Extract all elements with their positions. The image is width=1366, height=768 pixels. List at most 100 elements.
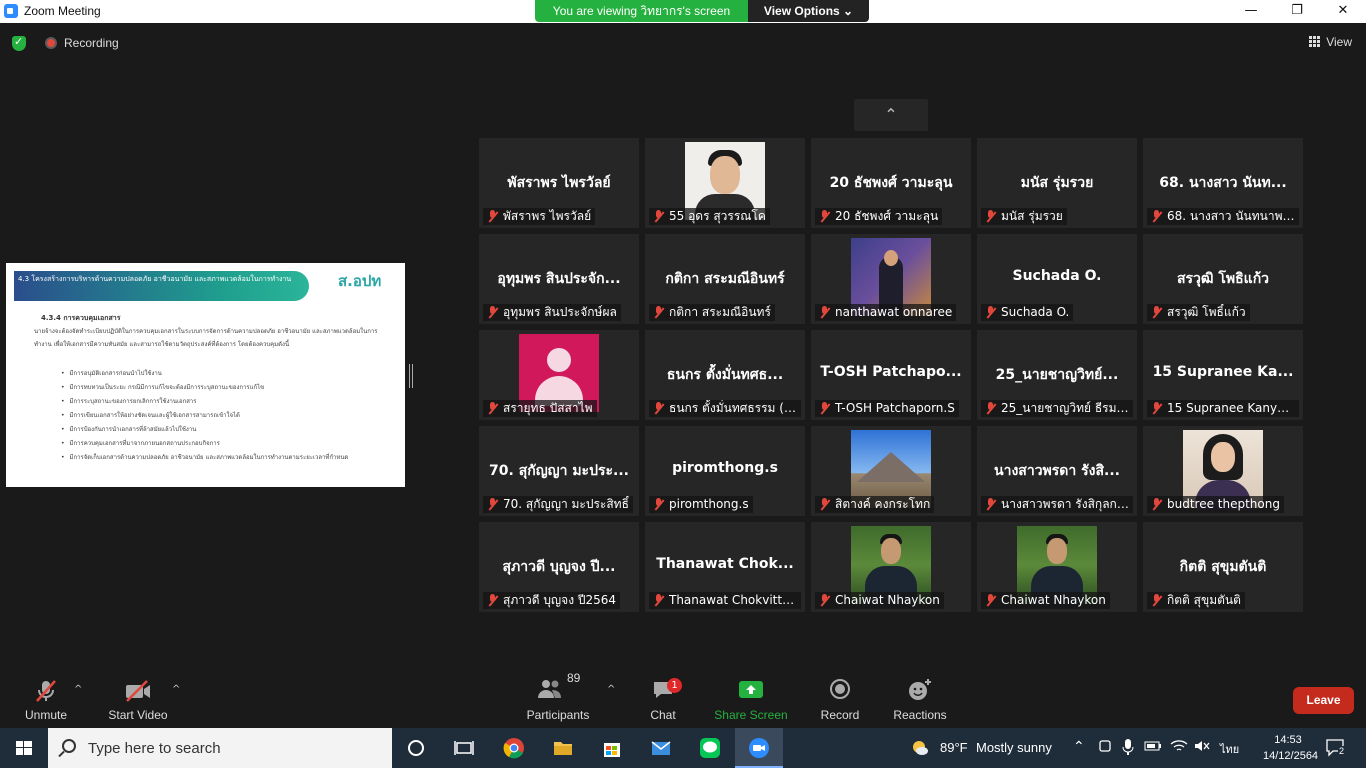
slide-paragraph: นายจ้างจะต้องจัดทำระเบียบปฏิบัติในการควบ…: [34, 328, 378, 348]
muted-mic-icon: [653, 210, 665, 223]
participant-tile[interactable]: กติกา สระมณีอินทร์ กติกา สระมณีอินทร์: [645, 234, 805, 324]
participant-tile[interactable]: 15 Supranee Ka... 15 Supranee Kanyach...: [1143, 330, 1303, 420]
taskbar-line[interactable]: [686, 728, 734, 768]
participant-tile[interactable]: สรวุฒิ โพธิแก้ว สรวุฒิ โพธิ์แก้ว: [1143, 234, 1303, 324]
participant-name-label: Thanawat Chokvittaya: [649, 592, 801, 609]
input-language[interactable]: ไทย: [1220, 740, 1239, 758]
minimize-button[interactable]: —: [1228, 0, 1274, 23]
record-button[interactable]: Record: [818, 678, 862, 722]
view-options-button[interactable]: View Options ⌄: [748, 0, 869, 22]
participant-tile[interactable]: สิตางค์ คงกระโทก: [811, 426, 971, 516]
start-video-button[interactable]: Start Video: [105, 678, 171, 722]
volume-muted-icon[interactable]: [1193, 738, 1211, 757]
slide-bullet: มีการจัดเก็บเอกสารด้านความปลอดภัย อาชีวอ…: [61, 451, 361, 465]
muted-mic-icon: [819, 594, 831, 607]
participant-tile[interactable]: Thanawat Chok... Thanawat Chokvittaya: [645, 522, 805, 612]
participant-display-name: 70. สุกัญญา มะประ...: [489, 463, 629, 479]
participant-tile[interactable]: 25_นายชาญวิทย์... 25_นายชาญวิทย์ ธีรมทินี: [977, 330, 1137, 420]
view-button[interactable]: View: [1309, 35, 1352, 49]
participant-tile[interactable]: piromthong.s piromthong.s: [645, 426, 805, 516]
participant-name-text: มนัส รุ่มรวย: [1001, 209, 1063, 223]
window-title-bar: Zoom Meeting You are viewing วิทยากร's s…: [0, 0, 1366, 23]
taskbar-file-explorer[interactable]: [539, 728, 587, 768]
reactions-button[interactable]: Reactions: [892, 678, 948, 722]
participant-display-name: T-OSH Patchapo...: [820, 364, 962, 380]
participant-tile[interactable]: 70. สุกัญญา มะประ... 70. สุกัญญา มะประสิท…: [479, 426, 639, 516]
task-view-button[interactable]: [440, 728, 488, 768]
participant-tile[interactable]: อุทุมพร สินประจัก... อุทุมพร สินประจักษ์ผ…: [479, 234, 639, 324]
participant-name-label: พัสราพร ไพรวัลย์: [483, 208, 596, 225]
participant-tile[interactable]: 68. นางสาว นันท... 68. นางสาว นันทนาพร ว.…: [1143, 138, 1303, 228]
audio-options-caret[interactable]: ^: [74, 684, 82, 695]
participants-label: Participants: [526, 708, 590, 722]
window-title: Zoom Meeting: [24, 4, 101, 18]
taskbar-store[interactable]: [588, 728, 636, 768]
share-screen-button[interactable]: Share Screen: [714, 678, 788, 722]
start-video-label: Start Video: [108, 708, 168, 722]
gallery-page-up-button[interactable]: ⌃: [854, 99, 928, 131]
security-shield-icon[interactable]: [12, 35, 26, 51]
weather-condition[interactable]: Mostly sunny: [976, 740, 1052, 755]
weather-temperature[interactable]: 89°F: [940, 740, 968, 755]
wifi-icon[interactable]: [1170, 738, 1188, 757]
taskbar-clock[interactable]: 14:53 14/12/2564: [1263, 732, 1318, 764]
participant-name-label: นางสาวพรดา รังสิกุลกวิน: [981, 496, 1133, 513]
smiley-plus-icon: [892, 678, 948, 704]
taskbar-mail[interactable]: [637, 728, 685, 768]
participant-display-name: สรวุฒิ โพธิแก้ว: [1176, 271, 1270, 287]
participant-tile[interactable]: Chaiwat Nhaykon: [977, 522, 1137, 612]
video-options-caret[interactable]: ^: [172, 684, 180, 695]
participant-tile[interactable]: nanthawat onnaree: [811, 234, 971, 324]
muted-mic-icon: [985, 306, 997, 319]
participant-name-label: 25_นายชาญวิทย์ ธีรมทินี: [981, 400, 1133, 417]
recording-label[interactable]: Recording: [64, 36, 119, 50]
participant-display-name: Thanawat Chok...: [656, 556, 794, 572]
participant-name-label: 70. สุกัญญา มะประสิทธิ์: [483, 496, 633, 513]
participant-name-text: พัสราพร ไพรวัลย์: [503, 209, 592, 223]
participant-tile[interactable]: มนัส รุ่มรวย มนัส รุ่มรวย: [977, 138, 1137, 228]
participant-name-text: 15 Supranee Kanyach...: [1167, 401, 1299, 415]
restore-button[interactable]: ❐: [1274, 0, 1320, 23]
participant-tile[interactable]: ธนกร ตั้งมั่นทศธ... ธนกร ตั้งมั่นทศธรรม (…: [645, 330, 805, 420]
participant-tile[interactable]: Chaiwat Nhaykon: [811, 522, 971, 612]
participant-name-label: สรายุทธ ปัสสาไพ: [483, 400, 597, 417]
participant-display-name: 68. นางสาว นันท...: [1159, 175, 1287, 191]
slide-bullet: มีการป้องกันการนำเอกสารที่ล้าสมัยแล้วไปใ…: [61, 423, 361, 437]
participant-tile[interactable]: กิตติ สุขุมตันติ กิตติ สุขุมตันติ: [1143, 522, 1303, 612]
unmute-button[interactable]: Unmute: [20, 678, 72, 722]
meet-now-icon[interactable]: [1098, 738, 1112, 757]
participant-display-name: 25_นายชาญวิทย์...: [995, 367, 1119, 383]
participants-options-caret[interactable]: ^: [607, 684, 615, 695]
participant-tile[interactable]: สุภาวดี บุญจง ปี... สุภาวดี บุญจง ปี2564: [479, 522, 639, 612]
taskbar-chrome[interactable]: [490, 728, 538, 768]
split-resize-handle[interactable]: [409, 364, 413, 388]
muted-mic-icon: [487, 210, 499, 223]
battery-icon[interactable]: [1144, 740, 1162, 755]
participant-tile[interactable]: T-OSH Patchapo... T-OSH Patchaporn.S: [811, 330, 971, 420]
video-off-icon: [105, 678, 171, 704]
store-icon: [604, 743, 620, 757]
muted-mic-icon: [653, 306, 665, 319]
leave-button[interactable]: Leave: [1293, 687, 1354, 714]
taskbar-zoom[interactable]: [735, 728, 783, 768]
close-button[interactable]: ✕: [1320, 0, 1366, 23]
participant-name-text: นางสาวพรดา รังสิกุลกวิน: [1001, 497, 1132, 511]
participant-name-text: 25_นายชาญวิทย์ ธีรมทินี: [1001, 401, 1133, 415]
participant-name-text: สรายุทธ ปัสสาไพ: [503, 401, 593, 415]
participant-tile[interactable]: 20 ธัชพงศ์ วามะลุน 20 ธัชพงศ์ วามะลุน: [811, 138, 971, 228]
muted-mic-icon: [487, 594, 499, 607]
participant-tile[interactable]: นางสาวพรดา รังสิ... นางสาวพรดา รังสิกุลกว…: [977, 426, 1137, 516]
notification-center-icon[interactable]: 2: [1325, 737, 1347, 762]
microphone-tray-icon[interactable]: [1122, 738, 1134, 759]
participants-button[interactable]: 89 Participants: [524, 671, 592, 722]
participant-tile[interactable]: พัสราพร ไพรวัลย์ พัสราพร ไพรวัลย์: [479, 138, 639, 228]
cortana-button[interactable]: [392, 728, 440, 768]
taskbar-search-box[interactable]: Type here to search: [48, 728, 392, 768]
participant-tile[interactable]: 55 อุดร สุวรรณโค: [645, 138, 805, 228]
participant-tile[interactable]: budtree thepthong: [1143, 426, 1303, 516]
participant-tile[interactable]: Suchada O. Suchada O.: [977, 234, 1137, 324]
participant-tile[interactable]: สรายุทธ ปัสสาไพ: [479, 330, 639, 420]
participant-name-label: 55 อุดร สุวรรณโค: [649, 208, 770, 225]
show-hidden-icons-chevron[interactable]: ⌃: [1073, 738, 1085, 755]
start-button[interactable]: [0, 728, 48, 768]
